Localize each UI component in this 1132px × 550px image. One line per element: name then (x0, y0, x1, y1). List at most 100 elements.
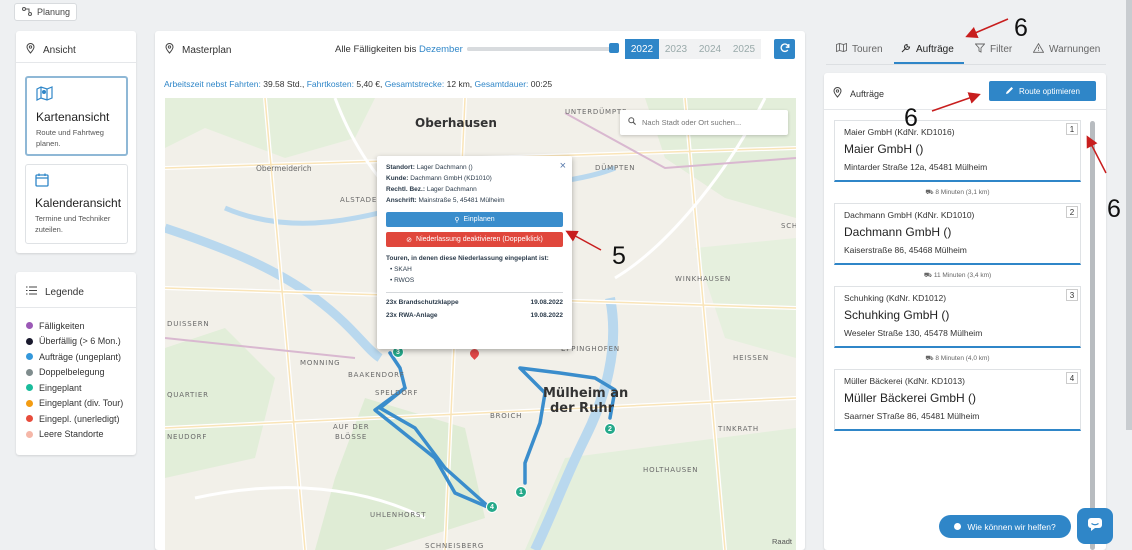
legend-label: Fälligkeiten (39, 320, 85, 331)
map-label-bloesse: BLÖSSE (335, 433, 368, 441)
location-pin-icon (165, 43, 174, 57)
work-label: Arbeitszeit nebst Fahrten: (164, 79, 261, 89)
list-icon (26, 286, 37, 298)
order-card[interactable]: 3 Schuhking (KdNr. KD1012) Schuhking GmbH … (834, 286, 1081, 348)
anschrift-value: Mainstraße 5, 45481 Mülheim (418, 197, 505, 204)
map-label-alstaden: ALSTADE (340, 196, 378, 204)
map-label-quartier: QUARTIER (167, 391, 209, 399)
slider-handle[interactable] (609, 43, 619, 53)
close-icon[interactable]: × (560, 160, 566, 172)
map-view-desc: Route und Fahrtweg planen. (36, 128, 104, 148)
deactivate-label: Niederlassung deaktivieren (Doppelklick) (416, 236, 543, 243)
search-icon (628, 117, 636, 128)
legend-label: Eingepl. (unerledigt) (39, 413, 120, 424)
route-icon (22, 6, 32, 18)
deactivate-button[interactable]: ⊘ Niederlassung deaktivieren (Doppelklic… (386, 232, 563, 247)
masterplan-title: Masterplan (182, 44, 232, 56)
travel-time: ⛟ 8 Minuten (4,0 km) (834, 354, 1081, 363)
standort-label: Standort: (386, 164, 415, 171)
map-label-broich: BROICH (490, 412, 523, 420)
travel-time-label: 11 Minuten (3,4 km) (933, 272, 992, 279)
page-scrollbar[interactable] (1126, 0, 1132, 430)
order-customer-id: Maier GmbH (KdNr. KD1016) (844, 127, 955, 137)
orders-scrollbar[interactable] (1090, 121, 1095, 550)
planning-button[interactable]: Planung (14, 3, 77, 21)
task-date: 19.08.2022 (530, 299, 563, 306)
distance-label: Gesamtstrecke: (384, 79, 445, 89)
legend-label: Überfällig (> 6 Mon.) (39, 336, 121, 347)
tour-list-item: • RWOS (390, 277, 415, 284)
calendar-view-desc: Termine und Techniker zuteilen. (35, 214, 111, 234)
legend-color-dot (26, 368, 33, 376)
tab-warnings[interactable]: Warnungen (1032, 42, 1100, 56)
calendar-icon (35, 173, 49, 190)
map-label-duempten: DÜMPTEN (595, 164, 636, 172)
standort-value: Lager Dachmann () (416, 164, 473, 171)
legend-label: Leere Standorte (39, 429, 104, 440)
route-marker-4[interactable]: 4 (486, 501, 498, 513)
order-customer-id: Müller Bäckerei (KdNr. KD1013) (844, 376, 965, 386)
cost-value: 5,40 € (356, 79, 380, 89)
location-popup: × Standort: Lager Dachmann () Kunde: Dac… (377, 156, 572, 349)
tab-filter[interactable]: Filter (974, 43, 1012, 56)
refresh-icon (780, 42, 790, 56)
order-card[interactable]: 1 Maier GmbH (KdNr. KD1016) Maier GmbH () M… (834, 120, 1081, 182)
due-month: Dezember (418, 44, 463, 55)
duration-label: Gesamtdauer: (474, 79, 529, 89)
order-company: Müller Bäckerei GmbH () (844, 391, 977, 405)
kunde-label: Kunde: (386, 175, 409, 182)
year-button-2022[interactable]: 2022 (625, 39, 659, 59)
map-label-holthausen: HOLTHAUSEN (643, 466, 699, 474)
car-icon: ⛟ (925, 189, 936, 196)
help-button[interactable]: Wie können wir helfen? (939, 515, 1071, 538)
wrench-icon (901, 43, 911, 56)
planning-label: Planung (37, 7, 71, 17)
legend-item: Leere Standorte (26, 427, 123, 443)
legend-color-dot (26, 337, 33, 345)
map-view-option[interactable]: Kartenansicht Route und Fahrtweg planen. (25, 76, 128, 156)
order-number: 3 (1066, 289, 1078, 301)
tab-tours[interactable]: Touren (836, 42, 883, 55)
year-button-2024[interactable]: 2024 (693, 39, 727, 59)
car-icon: ⛟ (925, 355, 936, 362)
calendar-view-option[interactable]: Kalenderansicht Termine und Techniker zu… (25, 164, 128, 244)
orders-title: Aufträge (850, 89, 885, 99)
map-label-baakendorf: BAAKENDORF (348, 371, 405, 379)
order-card[interactable]: 2 Dachmann GmbH (KdNr. KD1010) Dachmann Gm… (834, 203, 1081, 265)
location-pin-icon (26, 43, 35, 57)
tab-orders[interactable]: Aufträge (901, 43, 954, 56)
map-label-tinkrath: TINKRATH (718, 425, 759, 433)
route-marker-1[interactable]: 1 (515, 486, 527, 498)
year-button-2023[interactable]: 2023 (659, 39, 693, 59)
car-icon: ⛟ (923, 272, 934, 279)
optimize-route-button[interactable]: Route optimieren (989, 81, 1096, 101)
anschrift-label: Anschrift: (386, 197, 417, 204)
year-button-2025[interactable]: 2025 (727, 39, 761, 59)
legend-label: Aufträge (ungeplant) (39, 351, 122, 362)
chat-button[interactable] (1077, 508, 1113, 544)
map-search-input[interactable]: Nach Stadt oder Ort suchen... (620, 110, 788, 135)
kunde-value: Dachmann GmbH (KD1010) (410, 175, 492, 182)
order-card[interactable]: 4 Müller Bäckerei (KdNr. KD1013) Müller Bä… (834, 369, 1081, 431)
map-label-muelheim: Mülheim an (543, 386, 629, 401)
map-attribution: Raadt (771, 537, 792, 546)
refresh-button[interactable] (774, 39, 795, 59)
chat-icon (1087, 517, 1103, 535)
help-label: Wie können wir helfen? (967, 521, 1056, 532)
work-value: 39.58 Std. (263, 79, 302, 89)
cost-label: Fahrtkosten: (306, 79, 354, 89)
legend-label: Doppelbelegung (39, 367, 105, 378)
order-company: Schuhking GmbH () (844, 308, 950, 322)
recht-value: Lager Dachmann (426, 186, 477, 193)
schedule-button[interactable]: ⚲ Einplanen (386, 212, 563, 227)
task-date: 19.08.2022 (530, 312, 563, 319)
travel-time: ⛟ 8 Minuten (3,1 km) (834, 188, 1081, 197)
order-number: 4 (1066, 372, 1078, 384)
map-search-placeholder: Nach Stadt oder Ort suchen... (642, 118, 742, 127)
route-marker-2[interactable]: 2 (604, 423, 616, 435)
map-label-winkhausen: WINKHAUSEN (675, 275, 732, 283)
map-label-obermeiderich: Obermeiderich (256, 164, 312, 173)
due-slider[interactable] (467, 43, 619, 53)
order-number: 2 (1066, 206, 1078, 218)
duration-value: 00:25 (530, 79, 553, 89)
